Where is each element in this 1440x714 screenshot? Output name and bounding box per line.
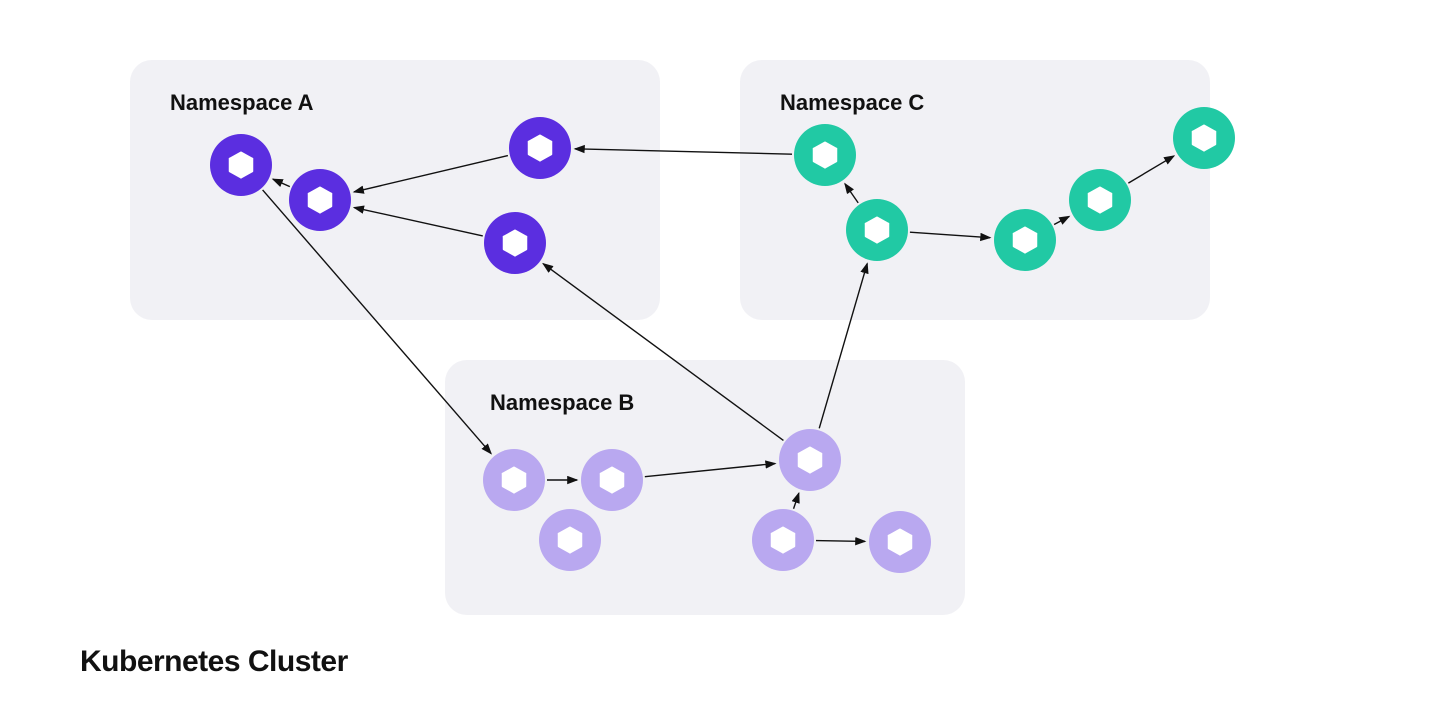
pod-c1 bbox=[794, 124, 856, 186]
pod-a2 bbox=[289, 169, 351, 231]
cluster-title: Kubernetes Cluster bbox=[80, 645, 348, 679]
pod-a1 bbox=[210, 134, 272, 196]
pod-b5 bbox=[779, 429, 841, 491]
pod-a4 bbox=[484, 212, 546, 274]
pod-b4 bbox=[752, 509, 814, 571]
pod-c4 bbox=[1069, 169, 1131, 231]
namespace-label-c: Namespace C bbox=[780, 90, 924, 116]
pod-b1 bbox=[483, 449, 545, 511]
pod-b6 bbox=[869, 511, 931, 573]
pod-c2 bbox=[846, 199, 908, 261]
pod-c3 bbox=[994, 209, 1056, 271]
namespace-label-a: Namespace A bbox=[170, 90, 313, 116]
pod-b2 bbox=[581, 449, 643, 511]
pod-b3 bbox=[539, 509, 601, 571]
pod-a3 bbox=[509, 117, 571, 179]
namespace-label-b: Namespace B bbox=[490, 390, 634, 416]
pod-c5 bbox=[1173, 107, 1235, 169]
diagram-canvas: Namespace A Namespace C Namespace B Kube… bbox=[0, 0, 1440, 714]
